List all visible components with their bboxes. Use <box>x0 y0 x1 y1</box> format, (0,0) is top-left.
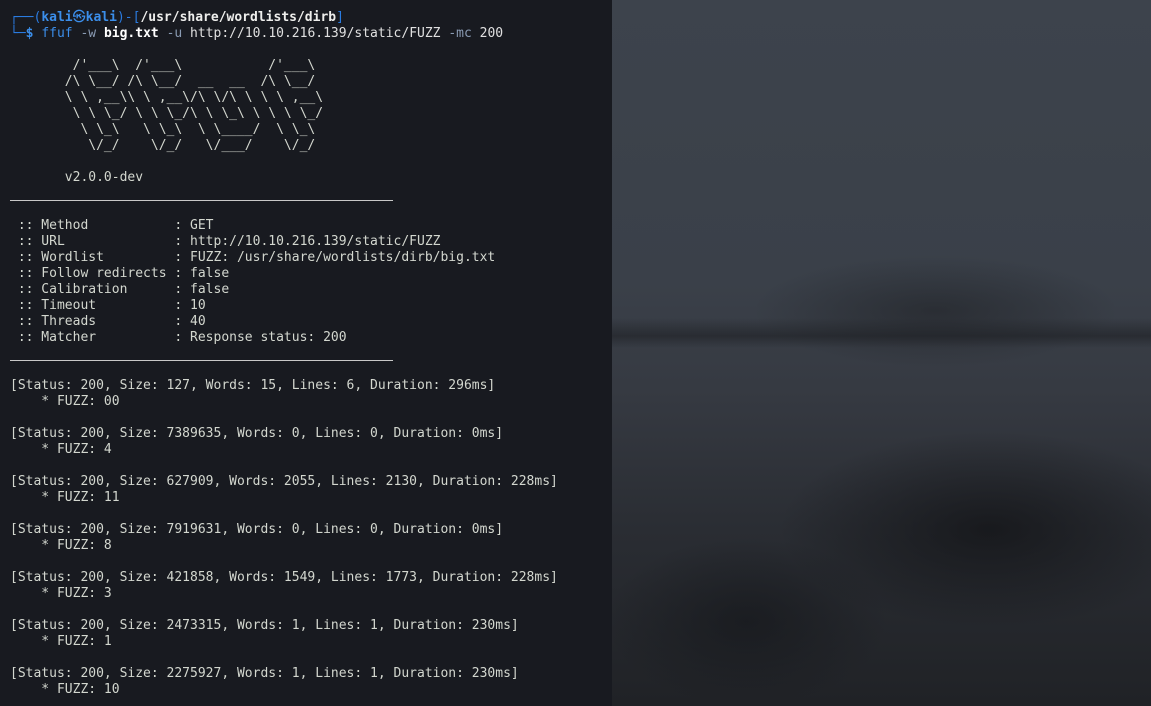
config-follow-redirects: :: Follow redirects : false <box>10 266 230 281</box>
prompt-line: ┌──(kali㉿kali)-[/usr/share/wordlists/dir… <box>10 10 344 26</box>
config-threads: :: Threads : 40 <box>10 314 206 329</box>
result-status: [Status: 200, Size: 7919631, Words: 0, L… <box>10 522 504 537</box>
result-status: [Status: 200, Size: 2275927, Words: 1, L… <box>10 666 519 681</box>
ffuf-logo-line: /'___\ /'___\ /'___\ <box>10 58 371 73</box>
prompt-hostname: kali <box>85 10 117 25</box>
result-status: [Status: 200, Size: 127, Words: 15, Line… <box>10 378 496 393</box>
prompt-username: kali <box>41 10 73 25</box>
result-status: [Status: 200, Size: 2473315, Words: 1, L… <box>10 618 519 633</box>
prompt-dollar: $ <box>25 26 34 41</box>
result-status: [Status: 200, Size: 627909, Words: 2055,… <box>10 474 558 489</box>
config-matcher: :: Matcher : Response status: 200 <box>10 330 347 345</box>
prompt-cwd: /usr/share/wordlists/dirb <box>140 10 337 25</box>
config-wordlist: :: Wordlist : FUZZ: /usr/share/wordlists… <box>10 250 496 265</box>
wallpaper-horizon <box>612 318 1151 348</box>
prompt-frame-open: ┌──( <box>10 10 42 25</box>
command-wordlist: big.txt <box>103 26 159 41</box>
result-fuzz: * FUZZ: 1 <box>10 634 112 649</box>
ffuf-logo-line: \ \ \_/ \ \ \_/\ \ \_\ \ \ \ \_/ <box>10 106 371 121</box>
result-fuzz: * FUZZ: 8 <box>10 538 112 553</box>
command-flag-u: -u <box>166 26 183 41</box>
result-fuzz: * FUZZ: 4 <box>10 442 112 457</box>
desktop-wallpaper <box>612 0 1151 706</box>
ffuf-version: v2.0.0-dev <box>10 170 144 185</box>
ffuf-logo-line: \/_/ \/_/ \/___/ \/_/ <box>10 138 371 153</box>
command-match-code: 200 <box>479 26 504 41</box>
config-calibration: :: Calibration : false <box>10 282 230 297</box>
desktop: ┌──(kali㉿kali)-[/usr/share/wordlists/dir… <box>0 0 1151 706</box>
result-status: [Status: 200, Size: 421858, Words: 1549,… <box>10 570 558 585</box>
result-fuzz: * FUZZ: 10 <box>10 682 120 697</box>
result-status: [Status: 200, Size: 7389635, Words: 0, L… <box>10 426 504 441</box>
result-fuzz: * FUZZ: 11 <box>10 490 120 505</box>
terminal-window[interactable]: ┌──(kali㉿kali)-[/usr/share/wordlists/dir… <box>0 0 612 706</box>
prompt-corner: └─ <box>10 26 26 41</box>
command-url: http://10.10.216.139/static/FUZZ <box>190 26 441 41</box>
command-line[interactable]: └─$ ffuf -w big.txt -u http://10.10.216.… <box>10 26 503 42</box>
separator-bottom <box>10 360 393 361</box>
prompt-frame-mid: )-[ <box>116 10 141 25</box>
ffuf-logo-line: \ \ ,__\\ \ ,__\/\ \/\ \ \ \ ,__\ <box>10 90 371 105</box>
command-flag-mc: -mc <box>448 26 472 41</box>
command-flag-w: -w <box>80 26 97 41</box>
prompt-frame-close: ] <box>336 10 344 25</box>
config-method: :: Method : GET <box>10 218 214 233</box>
ffuf-logo-line: \ \_\ \ \_\ \ \____/ \ \_\ <box>10 122 371 137</box>
ffuf-logo-line: /\ \__/ /\ \__/ __ __ /\ \__/ <box>10 74 371 89</box>
command-name: ffuf <box>41 26 73 41</box>
result-fuzz: * FUZZ: 3 <box>10 586 112 601</box>
skull-icon: ㉿ <box>72 10 86 25</box>
config-timeout: :: Timeout : 10 <box>10 298 206 313</box>
config-url: :: URL : http://10.10.216.139/static/FUZ… <box>10 234 441 249</box>
result-fuzz: * FUZZ: 00 <box>10 394 120 409</box>
separator-top <box>10 200 393 201</box>
